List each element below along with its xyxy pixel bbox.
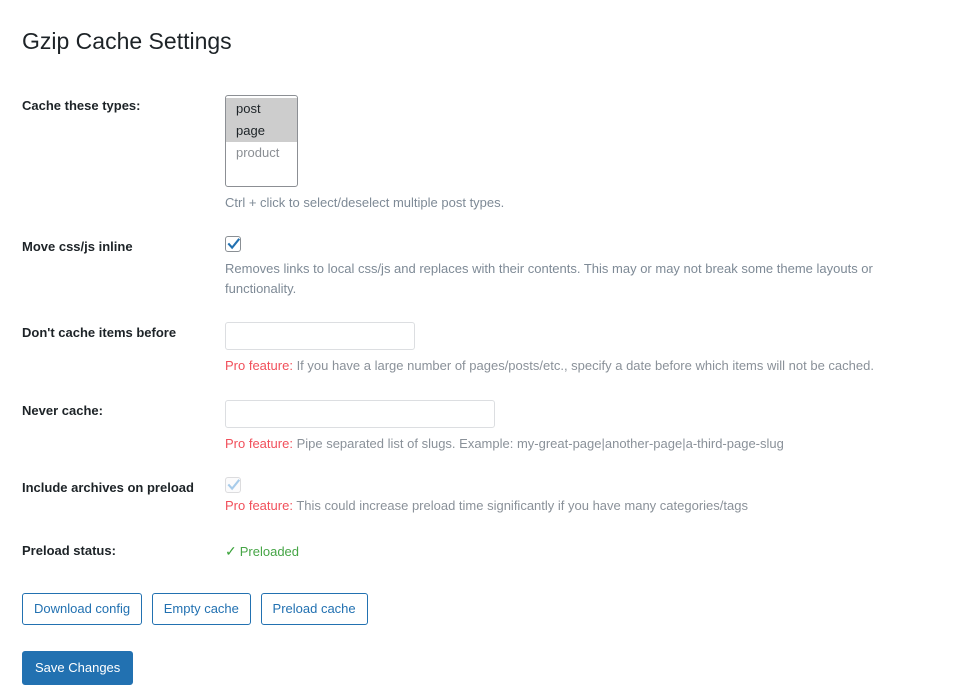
page-title: Gzip Cache Settings	[22, 28, 232, 54]
cache-actions-toolbar: Download config Empty cache Preload cach…	[22, 592, 938, 625]
cell-include-archives: Pro feature: This could increase preload…	[225, 465, 940, 527]
move-inline-help: Removes links to local css/js and replac…	[225, 261, 873, 296]
cell-preload-status: ✓ Preloaded	[225, 528, 940, 575]
field-row-preload-status: Preload status: ✓ Preloaded	[22, 528, 940, 575]
pro-feature-text: This could increase preload time signifi…	[296, 498, 748, 514]
never-cache-input[interactable]	[225, 399, 495, 428]
include-archives-checkbox[interactable]	[225, 477, 241, 494]
label-move-inline: Move css/js inline	[22, 239, 133, 255]
pro-feature-label: Pro feature:	[225, 435, 293, 451]
download-config-button[interactable]: Download config	[22, 592, 143, 625]
settings-page: Gzip Cache Settings Cache these types: p…	[0, 0, 960, 685]
checkmark-icon	[227, 238, 241, 250]
save-changes-button[interactable]: Save Changes	[22, 650, 134, 685]
option-post[interactable]: post	[226, 97, 297, 121]
preload-status-text: Preloaded	[239, 543, 300, 559]
label-never-cache: Never cache:	[22, 402, 103, 418]
dont-cache-before-input[interactable]	[225, 322, 415, 351]
pro-feature-text: Pipe separated list of slugs. Example: m…	[296, 435, 784, 451]
cache-types-help: Ctrl + click to select/deselect multiple…	[225, 194, 505, 210]
checkmark-icon	[227, 479, 241, 491]
cache-types-multiselect[interactable]: post page product	[225, 94, 298, 187]
pro-feature-label: Pro feature:	[225, 498, 293, 514]
label-preload-status: Preload status:	[22, 542, 116, 558]
field-row-dont-cache-before: Don't cache items before Pro feature: If…	[22, 310, 940, 388]
field-row-move-inline: Move css/js inline Removes links to loca…	[22, 224, 940, 310]
preload-status-badge: ✓ Preloaded	[225, 540, 930, 562]
empty-cache-button[interactable]: Empty cache	[151, 592, 251, 625]
cell-cache-types: post page product Ctrl + click to select…	[225, 83, 940, 225]
label-cache-types: Cache these types:	[22, 97, 141, 113]
submit-row: Save Changes	[22, 650, 938, 685]
field-row-never-cache: Never cache: Pro feature: Pipe separated…	[22, 388, 940, 466]
move-inline-checkbox[interactable]	[225, 236, 241, 253]
option-page[interactable]: page	[226, 120, 297, 143]
cell-never-cache: Pro feature: Pipe separated list of slug…	[225, 388, 940, 466]
include-archives-help: Pro feature: This could increase preload…	[225, 496, 930, 516]
check-icon: ✓	[225, 542, 237, 559]
cell-move-inline: Removes links to local css/js and replac…	[225, 224, 940, 310]
pro-feature-label: Pro feature:	[225, 358, 293, 374]
cell-dont-cache-before: Pro feature: If you have a large number …	[225, 310, 940, 388]
dont-cache-before-help: Pro feature: If you have a large number …	[225, 356, 930, 376]
pro-feature-text: If you have a large number of pages/post…	[296, 358, 874, 374]
field-row-include-archives: Include archives on preload Pro feature:…	[22, 465, 940, 527]
label-dont-cache-before: Don't cache items before	[22, 325, 177, 341]
field-row-cache-types: Cache these types: post page product Ctr…	[22, 83, 940, 225]
settings-form-table: Cache these types: post page product Ctr…	[22, 83, 940, 575]
option-product[interactable]: product	[226, 142, 297, 164]
preload-cache-button[interactable]: Preload cache	[260, 592, 368, 625]
label-include-archives: Include archives on preload	[22, 480, 194, 496]
never-cache-help: Pro feature: Pipe separated list of slug…	[225, 434, 930, 454]
